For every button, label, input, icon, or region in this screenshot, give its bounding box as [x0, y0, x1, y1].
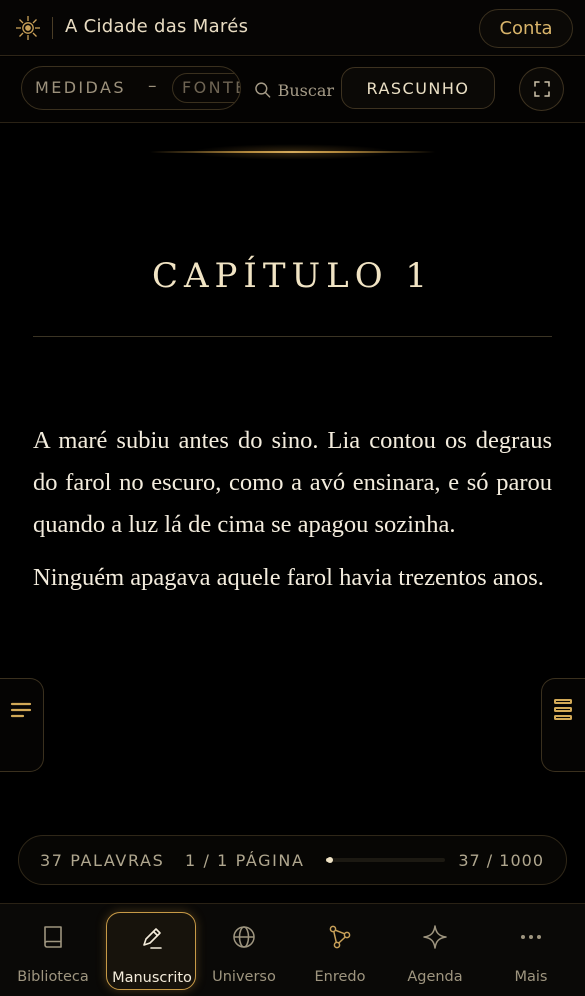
nav-plot[interactable]: Enredo	[295, 912, 385, 990]
notes-drawer-tab[interactable]	[541, 678, 585, 772]
plot-nodes-icon	[329, 925, 351, 949]
sparkle-icon	[423, 925, 447, 949]
top-ornament-line	[150, 151, 435, 153]
nav-library[interactable]: Biblioteca	[8, 912, 98, 990]
nav-label: Universo	[212, 969, 276, 985]
pen-icon	[143, 928, 162, 949]
word-count: 37 PALAVRAS	[40, 851, 165, 870]
nav-label: Enredo	[314, 969, 366, 985]
nav-manuscript[interactable]: Manuscrito	[106, 912, 196, 990]
search-icon	[255, 82, 271, 98]
nav-label: Mais	[514, 969, 548, 985]
word-goal-count: 37 / 1000	[458, 851, 544, 870]
globe-icon	[233, 926, 255, 948]
chapter-title[interactable]: CAPÍTULO 1	[0, 256, 585, 296]
book-icon	[44, 926, 62, 948]
nav-label: Manuscrito	[112, 970, 192, 986]
paragraph[interactable]: A maré subiu antes do sino. Lia contou o…	[33, 420, 552, 546]
header-divider	[52, 17, 53, 39]
book-title: A Cidade das Marés	[65, 16, 249, 37]
nav-more[interactable]: Mais	[486, 912, 576, 990]
app-header: A Cidade das Marés Conta	[0, 0, 585, 56]
measures-button[interactable]: MEDIDAS	[35, 78, 126, 97]
nav-universe[interactable]: Universo	[199, 912, 289, 990]
editor-toolbar: MEDIDAS – FONTE Buscar RASCUNHO	[0, 57, 585, 123]
manuscript-page: CAPÍTULO 1 A maré subiu antes do sino. L…	[0, 124, 585, 834]
outline-list-icon	[10, 702, 32, 718]
nav-label: Biblioteca	[17, 969, 89, 985]
manuscript-text[interactable]: A maré subiu antes do sino. Lia contou o…	[33, 420, 552, 610]
fullscreen-icon	[533, 81, 550, 97]
page-indicator: 1 / 1 PÁGINA	[185, 851, 305, 870]
nav-label: Agenda	[407, 969, 463, 985]
draft-button[interactable]: RASCUNHO	[341, 67, 495, 109]
bottom-navigation: Biblioteca Manuscrito Universo Enredo Ag…	[0, 903, 585, 996]
stacked-notes-icon	[554, 699, 572, 720]
word-count-bar: 37 PALAVRAS 1 / 1 PÁGINA 37 / 1000	[18, 835, 567, 885]
search-button[interactable]: Buscar	[254, 77, 334, 103]
outline-drawer-tab[interactable]	[0, 678, 44, 772]
nav-agenda[interactable]: Agenda	[390, 912, 480, 990]
font-button[interactable]: FONTE	[172, 73, 240, 103]
paragraph[interactable]: Ninguém apagava aquele farol havia treze…	[33, 557, 552, 599]
chapter-divider	[33, 336, 552, 337]
fullscreen-button[interactable]	[519, 67, 564, 111]
search-label: Buscar	[277, 80, 334, 100]
decrease-button[interactable]: –	[148, 76, 157, 96]
sun-compass-logo-icon[interactable]	[14, 14, 42, 42]
account-button[interactable]: Conta	[479, 9, 573, 48]
progress-marker	[327, 857, 333, 863]
word-goal-progress	[326, 857, 445, 863]
measures-segment: MEDIDAS – FONTE	[21, 66, 241, 110]
more-dots-icon	[521, 935, 541, 939]
